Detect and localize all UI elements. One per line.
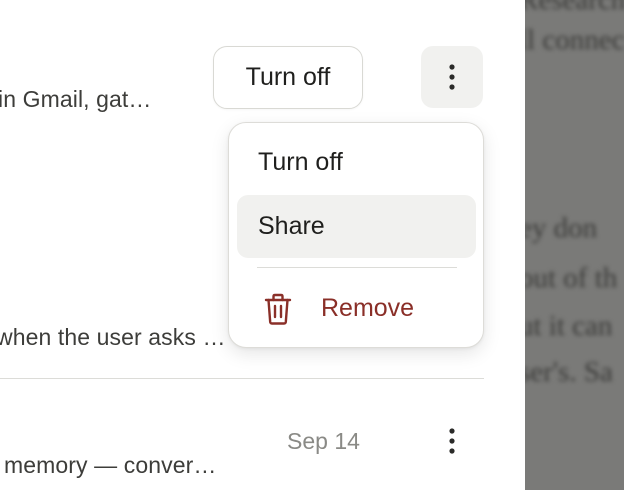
document-line: ser's. Sa: [525, 356, 613, 388]
document-line: ll connec: [525, 24, 624, 56]
row-description: memory — conver…: [4, 452, 217, 478]
row-divider: [0, 378, 484, 379]
menu-item-label: Remove: [321, 294, 415, 322]
document-preview-pane: Research ll connec ey don out of th ut i…: [525, 0, 624, 490]
document-line: out of th: [525, 262, 618, 294]
menu-item-share[interactable]: Share: [237, 195, 476, 258]
more-options-button[interactable]: [421, 46, 483, 108]
trash-icon: [261, 291, 295, 327]
menu-divider: [257, 267, 457, 268]
document-line: ut it can: [525, 310, 613, 342]
more-options-button[interactable]: [421, 410, 483, 472]
connectors-page: in Gmail, gat… Turn off when the user as…: [0, 0, 624, 490]
menu-item-remove[interactable]: Remove: [237, 277, 476, 340]
turn-off-button[interactable]: Turn off: [213, 46, 363, 109]
options-menu: Turn off Share Remove: [228, 122, 484, 348]
document-line: Research: [525, 0, 624, 16]
document-line: ey don: [525, 212, 598, 244]
menu-item-label: Turn off: [258, 148, 343, 176]
row-description: when the user asks …: [0, 324, 226, 350]
menu-item-label: Share: [258, 212, 325, 240]
kebab-icon: [449, 64, 455, 90]
row-description: in Gmail, gat…: [0, 86, 152, 112]
row-date: Sep 14: [287, 428, 360, 454]
menu-item-turn-off[interactable]: Turn off: [237, 131, 476, 194]
kebab-icon: [449, 428, 455, 454]
